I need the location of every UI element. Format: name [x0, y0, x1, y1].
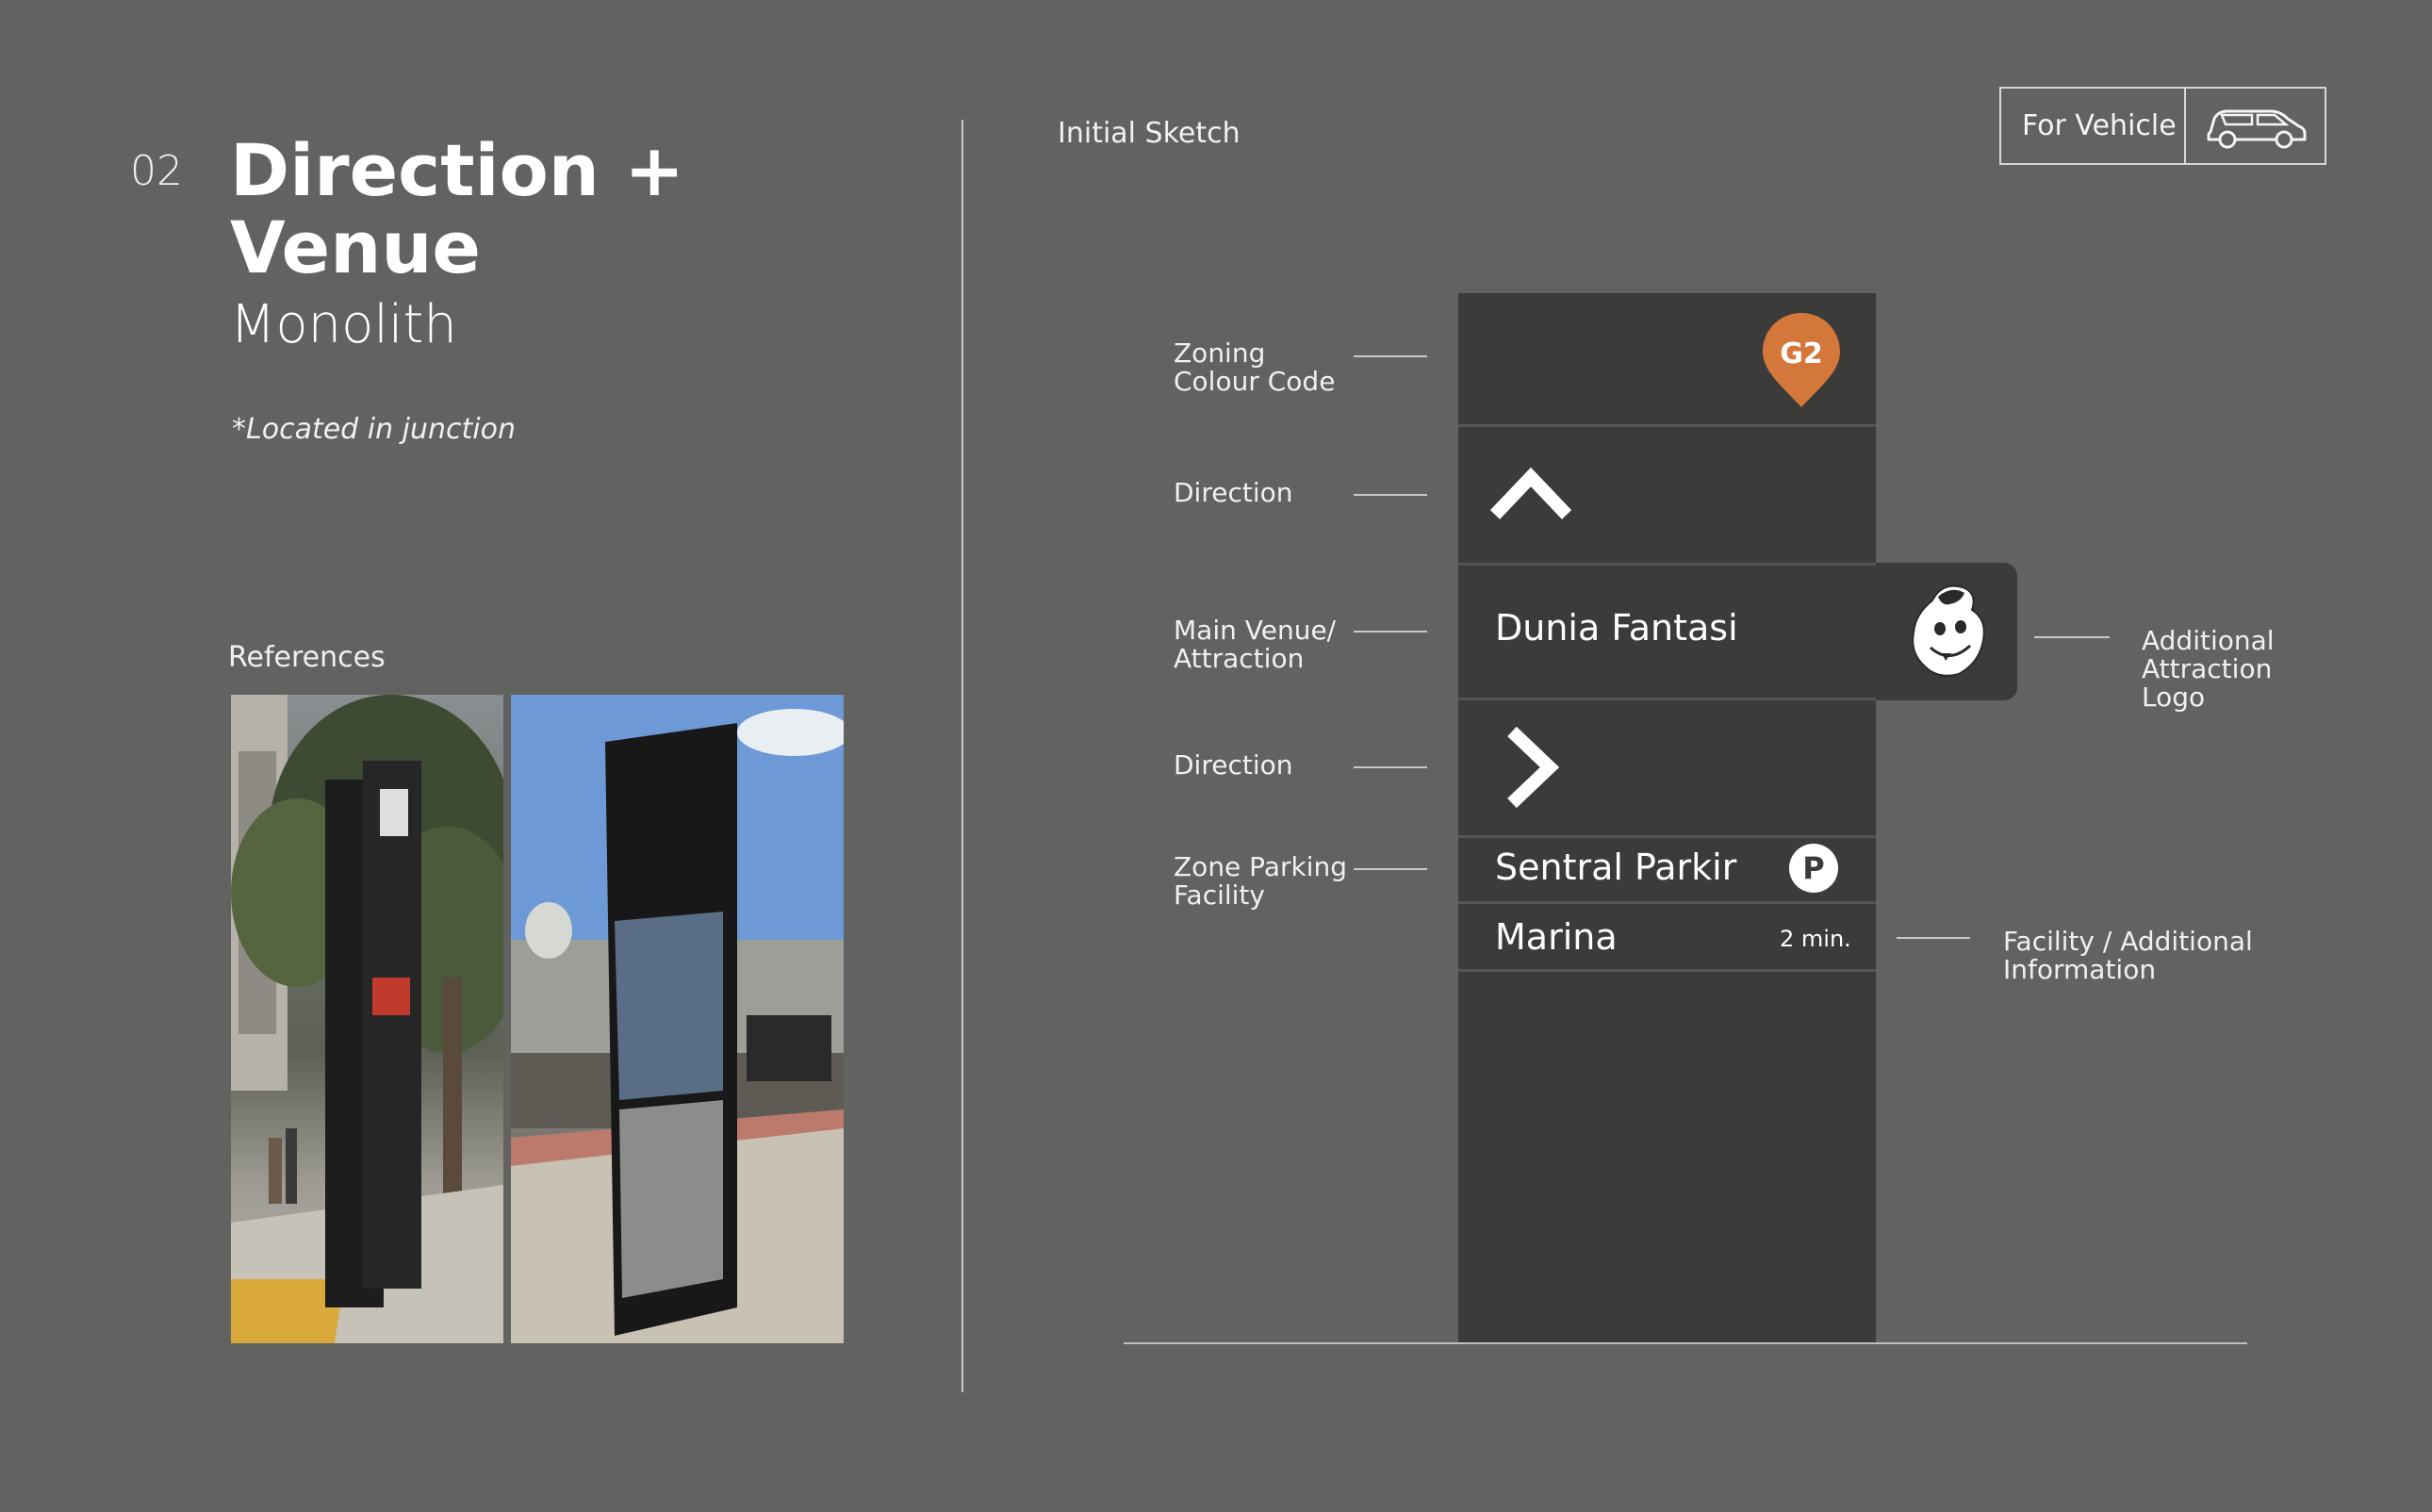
section-number: 02 — [130, 147, 183, 195]
main-venue-name: Dunia Fantasi — [1495, 607, 1738, 649]
callout-zone-parking-line-2: Facility — [1174, 879, 1265, 911]
for-vehicle-tag: For Vehicle — [1999, 87, 2326, 165]
destination-name: Marina — [1495, 916, 1618, 958]
for-vehicle-label: For Vehicle — [2022, 109, 2177, 142]
page-subtitle: Monolith — [230, 294, 457, 355]
location-note: *Located in junction — [232, 413, 516, 446]
title-line-1: Direction + — [230, 128, 685, 212]
callout-zone-parking: Zone Parking Facility — [1174, 853, 1347, 910]
callout-main-venue-line-1: Main Venue/ — [1174, 615, 1337, 646]
callout-direction-1: Direction — [1174, 477, 1293, 508]
callout-zoning-line-1: Zoning — [1174, 337, 1266, 369]
callout-additional-logo: Additional Attraction Logo — [2142, 627, 2275, 712]
mascot-logo-icon — [1912, 584, 1985, 677]
reference-photo-tokyo-midtown — [231, 695, 503, 1343]
monolith-divider-6 — [1458, 969, 1876, 972]
callout-facility-line-1: Facility / Additional — [2003, 926, 2253, 957]
zone-code-text: G2 — [1780, 337, 1823, 370]
callout-additional-line-3: Logo — [2142, 682, 2206, 713]
callout-facility-info: Facility / Additional Information — [2003, 928, 2253, 984]
chevron-right-icon — [1507, 726, 1560, 809]
callout-line-zone-parking — [1354, 868, 1427, 870]
map-pin-icon: G2 — [1763, 313, 1840, 407]
reference-photo-1-illustration — [231, 695, 503, 1343]
car-icon — [2207, 109, 2307, 149]
zone-code-pin: G2 — [1761, 311, 1842, 409]
attraction-logo-panel — [1876, 563, 2017, 700]
reference-photo-2-illustration — [511, 695, 844, 1343]
callout-line-main-venue — [1354, 631, 1427, 633]
callout-additional-line-2: Attraction — [2142, 653, 2273, 684]
references-label: References — [228, 641, 386, 674]
destination-time: 2 min. — [1780, 926, 1851, 952]
vehicle-tag-separator — [2184, 89, 2186, 163]
chevron-up-icon — [1489, 467, 1572, 519]
column-divider — [961, 120, 963, 1392]
callout-facility-line-2: Information — [2003, 954, 2157, 985]
callout-line-facility-info — [1897, 937, 1970, 939]
callout-zoning-line-2: Colour Code — [1174, 366, 1336, 397]
callout-line-direction-1 — [1354, 494, 1427, 496]
monolith-divider-1 — [1458, 424, 1876, 427]
monolith-divider-3 — [1458, 698, 1876, 700]
callout-zone-parking-line-1: Zone Parking — [1174, 851, 1347, 882]
monolith-sign — [1458, 293, 1876, 1344]
callout-line-direction-2 — [1354, 766, 1427, 768]
callout-main-venue-line-2: Attraction — [1174, 643, 1305, 674]
page-title: Direction + Venue — [230, 132, 684, 287]
monolith-divider-2 — [1458, 563, 1876, 566]
callout-direction-2: Direction — [1174, 749, 1293, 781]
reference-photo-blackfriars-bridge — [511, 695, 844, 1343]
monolith-divider-4 — [1458, 835, 1876, 838]
callout-line-additional-logo — [2034, 636, 2110, 638]
title-line-2: Venue — [230, 205, 481, 289]
ground-line — [1124, 1342, 2247, 1344]
callout-additional-line-1: Additional — [2142, 625, 2275, 656]
parking-facility-name: Sentral Parkir — [1495, 846, 1737, 888]
parking-icon: P — [1789, 844, 1838, 893]
callout-zoning-colour-code: Zoning Colour Code — [1174, 339, 1335, 396]
monolith-divider-5 — [1458, 901, 1876, 904]
callout-main-venue: Main Venue/ Attraction — [1174, 616, 1336, 673]
callout-line-zoning — [1354, 355, 1427, 357]
initial-sketch-label: Initial Sketch — [1058, 117, 1241, 150]
